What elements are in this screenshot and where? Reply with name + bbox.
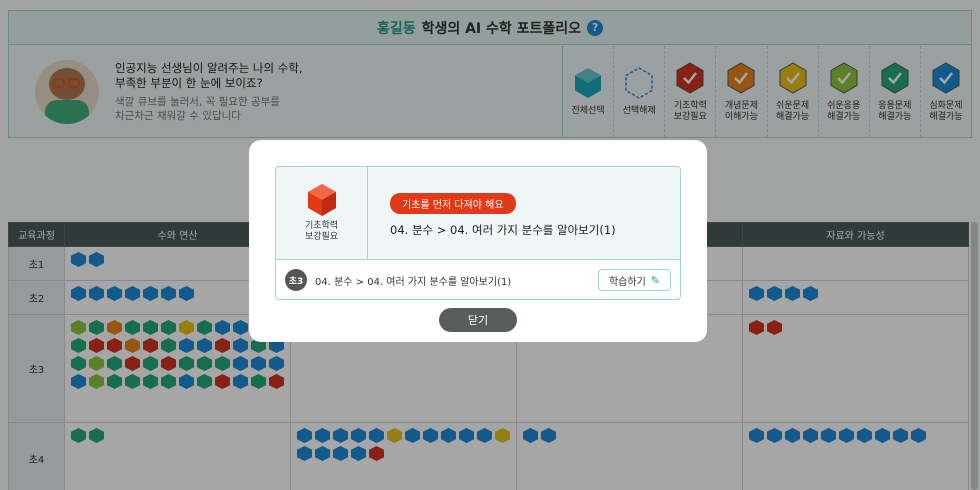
detail-card: 기초학력 보강필요 기초를 먼저 다져야 해요 04. 분수 > 04. 여러 가…	[275, 166, 681, 300]
level-badge: 기초를 먼저 다져야 해요	[390, 193, 516, 214]
card-level-label: 기초학력 보강필요	[304, 221, 339, 242]
pencil-icon: ✎	[650, 273, 660, 287]
study-button-label: 학습하기	[608, 276, 646, 288]
close-button[interactable]: 닫기	[439, 308, 517, 332]
cube-detail-modal: 기초학력 보강필요 기초를 먼저 다져야 해요 04. 분수 > 04. 여러 가…	[249, 140, 707, 342]
grade-badge: 초3	[285, 269, 307, 291]
red-cube-icon	[307, 184, 336, 216]
study-button[interactable]: 학습하기 ✎	[597, 269, 671, 291]
unit-path: 04. 분수 > 04. 여러 가지 분수를 알아보기(1)	[315, 276, 512, 288]
unit-path-title: 04. 분수 > 04. 여러 가지 분수를 알아보기(1)	[390, 223, 616, 237]
